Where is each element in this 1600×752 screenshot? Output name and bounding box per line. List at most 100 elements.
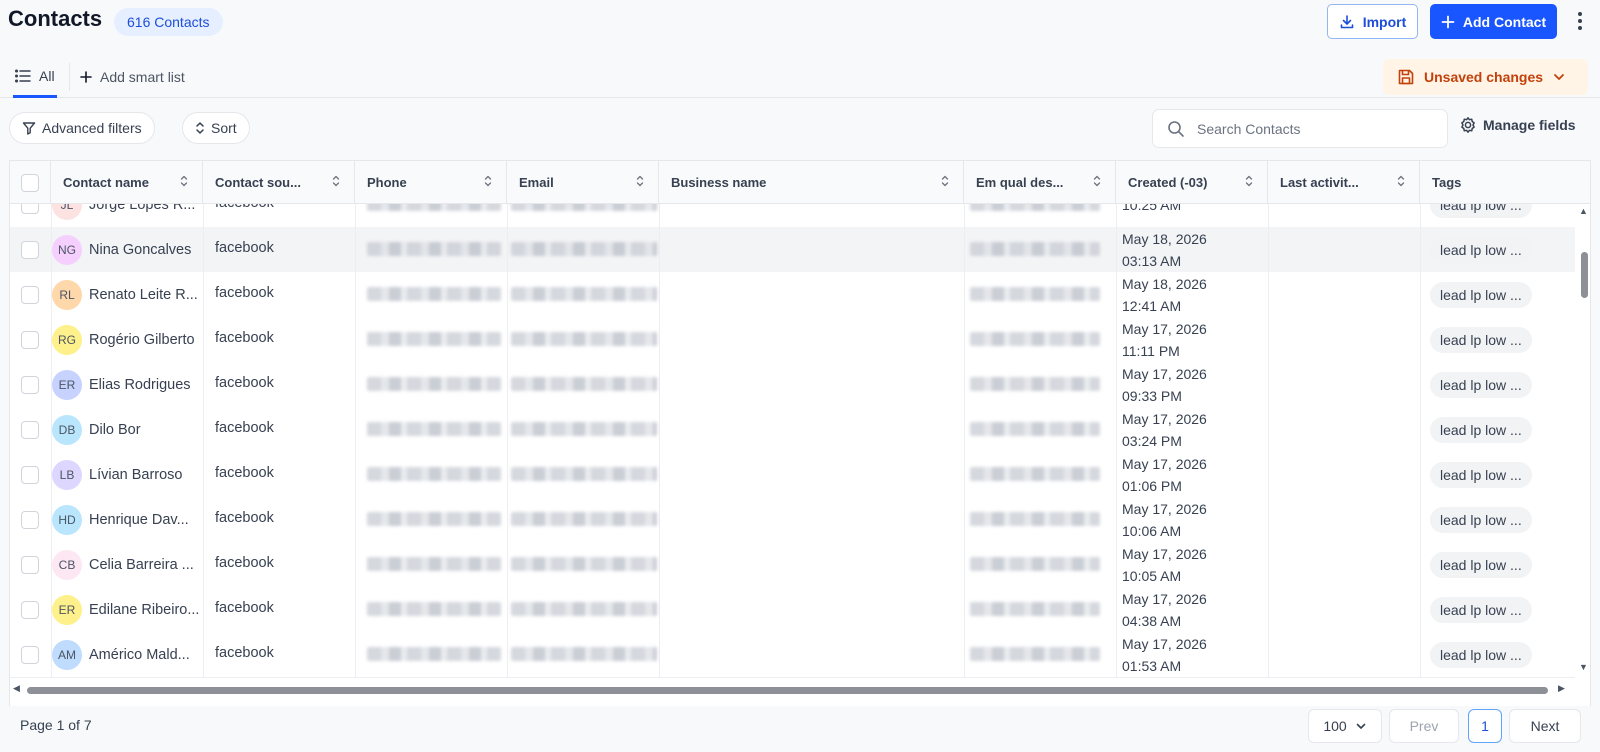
column-divider bbox=[1268, 204, 1269, 227]
column-header-tags[interactable]: Tags bbox=[1420, 161, 1590, 204]
add-smart-list-button[interactable]: Add smart list bbox=[80, 56, 185, 98]
table-row[interactable]: ER Elias Rodrigues facebook May 17, 2026 09:… bbox=[10, 362, 1575, 408]
contact-name-cell[interactable]: DB Dilo Bor bbox=[52, 407, 202, 453]
prev-page-button[interactable]: Prev bbox=[1389, 709, 1459, 743]
vertical-scrollbar[interactable]: ▲ ▼ bbox=[1576, 204, 1590, 682]
column-divider bbox=[659, 227, 660, 272]
row-checkbox[interactable] bbox=[21, 646, 39, 664]
select-all-checkbox[interactable] bbox=[21, 173, 39, 192]
column-header-email[interactable]: Email bbox=[507, 161, 659, 204]
tag-badge[interactable]: lead lp low ... bbox=[1430, 507, 1532, 533]
tag-badge[interactable]: lead lp low ... bbox=[1430, 642, 1532, 668]
table-row[interactable]: NG Nina Goncalves facebook May 18, 2026 03:1… bbox=[10, 227, 1575, 273]
column-header-created[interactable]: Created (-03) bbox=[1116, 161, 1268, 204]
tag-badge[interactable]: lead lp low ... bbox=[1430, 204, 1532, 218]
contact-name-cell[interactable]: LB Lívian Barroso bbox=[52, 452, 202, 498]
contact-name[interactable]: Nina Goncalves bbox=[89, 242, 191, 258]
tag-badge[interactable]: lead lp low ... bbox=[1430, 417, 1532, 443]
column-divider bbox=[1420, 542, 1421, 587]
contact-name-cell[interactable]: RG Rogério Gilberto bbox=[52, 317, 202, 363]
search-box[interactable] bbox=[1152, 109, 1448, 148]
contact-name[interactable]: Jorge Lopes R... bbox=[89, 204, 195, 213]
contact-name-cell[interactable]: JL Jorge Lopes R... bbox=[52, 204, 202, 228]
page-number-button[interactable]: 1 bbox=[1468, 709, 1502, 743]
row-checkbox[interactable] bbox=[21, 376, 39, 394]
scroll-down-icon[interactable]: ▼ bbox=[1579, 662, 1588, 672]
scroll-up-icon[interactable]: ▲ bbox=[1579, 206, 1588, 216]
tag-badge[interactable]: lead lp low ... bbox=[1430, 282, 1532, 308]
vertical-scroll-thumb[interactable] bbox=[1581, 252, 1588, 298]
more-options-icon[interactable] bbox=[1572, 8, 1588, 34]
per-page-select[interactable]: 100 bbox=[1308, 709, 1382, 743]
column-header-business-name[interactable]: Business name bbox=[659, 161, 964, 204]
tag-badge[interactable]: lead lp low ... bbox=[1430, 462, 1532, 488]
row-checkbox[interactable] bbox=[21, 511, 39, 529]
column-header-last-activity[interactable]: Last activit... bbox=[1268, 161, 1420, 204]
search-input[interactable] bbox=[1197, 120, 1427, 137]
contact-name[interactable]: Elias Rodrigues bbox=[89, 377, 191, 393]
column-header-custom-field[interactable]: Em qual des... bbox=[964, 161, 1116, 204]
tab-all[interactable]: All bbox=[13, 56, 57, 98]
advanced-filters-button[interactable]: Advanced filters bbox=[9, 112, 155, 144]
column-divider bbox=[507, 497, 508, 542]
table-row[interactable]: RL Renato Leite R... facebook May 18, 2026 1… bbox=[10, 272, 1575, 318]
contact-name[interactable]: Henrique Dav... bbox=[89, 512, 189, 528]
scroll-right-icon[interactable]: ▶ bbox=[1558, 683, 1565, 694]
column-divider bbox=[659, 362, 660, 407]
horizontal-scroll-thumb[interactable] bbox=[27, 687, 1548, 694]
contact-name-cell[interactable]: AM Américo Mald... bbox=[52, 632, 202, 678]
table-row[interactable]: RG Rogério Gilberto facebook May 17, 2026 11… bbox=[10, 317, 1575, 363]
column-divider bbox=[203, 317, 204, 362]
contact-name[interactable]: Renato Leite R... bbox=[89, 287, 198, 303]
contact-name[interactable]: Edilane Ribeiro... bbox=[89, 602, 199, 618]
tag-badge[interactable]: lead lp low ... bbox=[1430, 372, 1532, 398]
column-divider bbox=[1268, 272, 1269, 317]
table-row[interactable]: LB Lívian Barroso facebook May 17, 2026 01:0… bbox=[10, 452, 1575, 498]
column-header-contact-source[interactable]: Contact sou... bbox=[203, 161, 355, 204]
row-checkbox[interactable] bbox=[21, 286, 39, 304]
tag-badge[interactable]: lead lp low ... bbox=[1430, 327, 1532, 353]
contact-name-cell[interactable]: NG Nina Goncalves bbox=[52, 227, 202, 273]
import-button[interactable]: Import bbox=[1327, 4, 1418, 39]
row-checkbox[interactable] bbox=[21, 331, 39, 349]
manage-fields-button[interactable]: Manage fields bbox=[1459, 116, 1576, 134]
phone-redacted bbox=[367, 422, 501, 436]
row-checkbox[interactable] bbox=[21, 204, 39, 214]
column-header-phone[interactable]: Phone bbox=[355, 161, 507, 204]
scroll-left-icon[interactable]: ◀ bbox=[13, 683, 20, 694]
row-checkbox[interactable] bbox=[21, 241, 39, 259]
table-row[interactable]: DB Dilo Bor facebook May 17, 2026 03:24 PM le… bbox=[10, 407, 1575, 453]
column-header-label: Phone bbox=[367, 175, 407, 190]
download-icon bbox=[1340, 14, 1354, 28]
row-checkbox[interactable] bbox=[21, 556, 39, 574]
next-page-button[interactable]: Next bbox=[1509, 709, 1581, 743]
tag-badge[interactable]: lead lp low ... bbox=[1430, 552, 1532, 578]
contact-name-cell[interactable]: CB Celia Barreira ... bbox=[52, 542, 202, 588]
add-contact-button[interactable]: Add Contact bbox=[1430, 4, 1557, 39]
contact-name[interactable]: Lívian Barroso bbox=[89, 467, 183, 483]
row-checkbox[interactable] bbox=[21, 601, 39, 619]
row-checkbox[interactable] bbox=[21, 421, 39, 439]
tag-badge[interactable]: lead lp low ... bbox=[1430, 237, 1532, 263]
contact-name[interactable]: Rogério Gilberto bbox=[89, 332, 195, 348]
contact-name[interactable]: Dilo Bor bbox=[89, 422, 141, 438]
table-row[interactable]: JL Jorge Lopes R... facebook 10:25 AM lead l… bbox=[10, 204, 1575, 228]
table-row[interactable]: AM Américo Mald... facebook May 17, 2026 01:… bbox=[10, 632, 1575, 678]
contact-name[interactable]: Celia Barreira ... bbox=[89, 557, 194, 573]
contact-name-cell[interactable]: RL Renato Leite R... bbox=[52, 272, 202, 318]
row-checkbox[interactable] bbox=[21, 466, 39, 484]
tag-badge[interactable]: lead lp low ... bbox=[1430, 597, 1532, 623]
table-row[interactable]: CB Celia Barreira ... facebook May 17, 2026… bbox=[10, 542, 1575, 588]
column-header-contact-name[interactable]: Contact name bbox=[51, 161, 203, 204]
column-divider bbox=[507, 227, 508, 272]
horizontal-scrollbar[interactable]: ◀ ▶ bbox=[10, 682, 1590, 697]
contact-name-cell[interactable]: ER Edilane Ribeiro... bbox=[52, 587, 202, 633]
contact-name[interactable]: Américo Mald... bbox=[89, 647, 190, 663]
contact-name-cell[interactable]: ER Elias Rodrigues bbox=[52, 362, 202, 408]
chevron-down-icon bbox=[1554, 74, 1564, 80]
table-row[interactable]: HD Henrique Dav... facebook May 17, 2026 10:… bbox=[10, 497, 1575, 543]
sort-button[interactable]: Sort bbox=[182, 112, 250, 144]
table-row[interactable]: ER Edilane Ribeiro... facebook May 17, 2026… bbox=[10, 587, 1575, 633]
unsaved-changes-dropdown[interactable]: Unsaved changes bbox=[1383, 59, 1588, 95]
contact-name-cell[interactable]: HD Henrique Dav... bbox=[52, 497, 202, 543]
